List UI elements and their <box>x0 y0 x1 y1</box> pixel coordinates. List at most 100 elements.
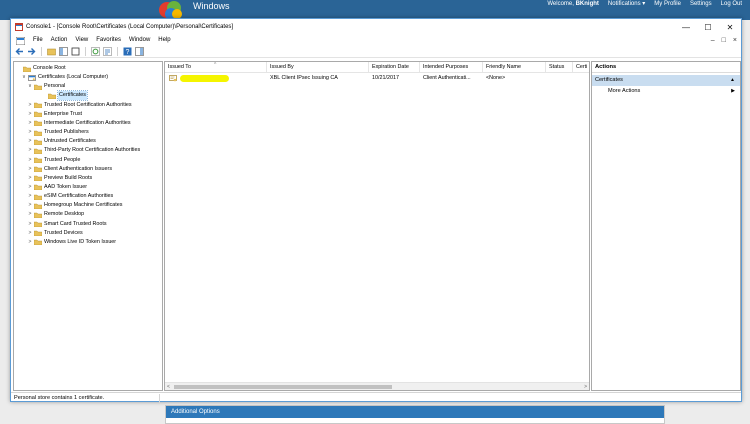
column-expiration-date[interactable]: Expiration Date <box>369 62 420 73</box>
tree-item[interactable]: Console Root <box>16 64 66 73</box>
actions-title: Actions <box>592 62 740 73</box>
forward-button[interactable] <box>27 47 36 56</box>
title-bar[interactable]: Console1 - [Console Root\Certificates (L… <box>11 19 741 35</box>
tree-item[interactable]: > Client Authentication Issuers <box>27 165 112 174</box>
column-issued-by[interactable]: Issued By <box>267 62 369 73</box>
menu-view[interactable]: View <box>71 35 92 46</box>
expand-chevron-icon[interactable]: > <box>27 156 33 165</box>
tree-item-label: Intermediate Certification Authorities <box>44 119 131 126</box>
windows-logo-icon <box>159 1 182 20</box>
console-menu-icon[interactable] <box>15 36 25 45</box>
expand-chevron-icon[interactable]: > <box>27 146 33 155</box>
tree-item-label: Homegroup Machine Certificates <box>44 202 123 209</box>
expand-chevron-icon[interactable]: > <box>27 220 33 229</box>
tree-item[interactable]: > Trusted Root Certification Authorities <box>27 101 132 110</box>
tree-item[interactable]: > Remote Desktop <box>27 210 84 219</box>
column-intended-purposes[interactable]: Intended Purposes <box>420 62 483 73</box>
refresh-button[interactable] <box>91 47 100 56</box>
up-level-button[interactable] <box>47 47 56 56</box>
action-more-actions[interactable]: More Actions ▶ <box>592 86 740 97</box>
tree-item[interactable]: > Trusted Publishers <box>27 128 89 137</box>
child-close-button[interactable]: × <box>733 37 737 44</box>
column-friendly-name[interactable]: Friendly Name <box>483 62 546 73</box>
column-status[interactable]: Status <box>546 62 573 73</box>
tree-item[interactable]: ∨ Certificates (Local Computer) <box>21 73 108 82</box>
menu-window[interactable]: Window <box>125 35 154 46</box>
tree-item[interactable]: > Homegroup Machine Certificates <box>27 201 123 210</box>
tree-item[interactable]: > Preview Build Roots <box>27 174 92 183</box>
tree-item-label: Personal <box>44 83 66 90</box>
maximize-button[interactable]: ☐ <box>697 19 719 35</box>
scroll-right-icon[interactable]: > <box>584 383 587 390</box>
console-tree[interactable]: Console Root ∨ Certificates (Local Compute… <box>13 61 163 391</box>
site-link-log-out[interactable]: Log Out <box>721 0 742 8</box>
minimize-button[interactable]: — <box>675 19 697 35</box>
horizontal-scrollbar[interactable]: < > <box>165 382 589 390</box>
folder-icon <box>34 203 42 209</box>
tree-item-label: eSIM Certification Authorities <box>44 193 114 200</box>
close-button[interactable]: ✕ <box>719 19 741 35</box>
back-button[interactable] <box>15 47 24 56</box>
tree-item[interactable]: > Untrusted Certificates <box>27 137 96 146</box>
certificate-row[interactable]: XBL Client IPsec Issuing CA 10/21/2017 C… <box>165 74 589 83</box>
site-link-notifications[interactable]: Notifications ▾ <box>608 0 645 8</box>
tree-item-label: Trusted Root Certification Authorities <box>44 101 132 108</box>
tree-item[interactable]: > Enterprise Trust <box>27 110 82 119</box>
additional-options-header[interactable]: Additional Options <box>166 406 664 418</box>
menu-help[interactable]: Help <box>154 35 174 46</box>
site-link-settings[interactable]: Settings <box>690 0 712 8</box>
collapse-chevron-icon[interactable]: ∨ <box>27 82 33 91</box>
site-link-my-profile[interactable]: My Profile <box>654 0 681 8</box>
expand-chevron-icon[interactable]: > <box>27 229 33 238</box>
expand-chevron-icon[interactable]: > <box>27 119 33 128</box>
tree-item[interactable]: > eSIM Certification Authorities <box>27 192 113 201</box>
tree-item[interactable]: Certificates <box>41 90 88 102</box>
expand-chevron-icon[interactable]: > <box>27 101 33 110</box>
site-username[interactable]: BKnight <box>576 1 599 7</box>
tree-item[interactable]: > Trusted Devices <box>27 229 83 238</box>
child-window-controls: – □ × <box>711 35 737 46</box>
expand-chevron-icon[interactable]: > <box>27 110 33 119</box>
tree-item-label: Smart Card Trusted Roots <box>44 220 107 227</box>
tree-item-label: Remote Desktop <box>44 211 85 218</box>
expand-chevron-icon[interactable]: > <box>27 165 33 174</box>
show-hide-tree-button[interactable] <box>59 47 68 56</box>
tree-item[interactable]: > Trusted People <box>27 156 80 165</box>
back-arrow-icon <box>15 48 23 55</box>
expand-chevron-icon[interactable]: > <box>27 183 33 192</box>
collapse-chevron-icon[interactable]: ∨ <box>21 73 27 82</box>
tree-item[interactable]: > Smart Card Trusted Roots <box>27 220 107 229</box>
menu-favorites[interactable]: Favorites <box>92 35 125 46</box>
export-list-button[interactable] <box>103 47 112 56</box>
tree-item[interactable]: > Windows Live ID Token Issuer <box>27 238 116 247</box>
column-certificate-template[interactable]: Certi <box>573 62 589 73</box>
expand-chevron-icon[interactable]: > <box>27 238 33 247</box>
tree-item[interactable]: > Intermediate Certification Authorities <box>27 119 131 128</box>
tree-item-label: Certificates (Local Computer) <box>38 74 109 81</box>
properties-button[interactable] <box>71 47 80 56</box>
scrollbar-thumb[interactable] <box>174 385 392 389</box>
expand-chevron-icon[interactable]: > <box>27 137 33 146</box>
help-button[interactable]: ? <box>123 47 132 56</box>
tree-item[interactable]: > Third-Party Root Certification Authorit… <box>27 146 140 155</box>
child-restore-button[interactable]: □ <box>722 37 726 44</box>
expand-chevron-icon[interactable]: > <box>27 201 33 210</box>
expand-chevron-icon[interactable]: > <box>27 174 33 183</box>
folder-icon <box>34 166 42 173</box>
column-issued-to[interactable]: Issued To ^ <box>165 62 267 73</box>
menu-action[interactable]: Action <box>47 35 72 46</box>
actions-section-certificates[interactable]: Certificates ▲ <box>592 75 740 86</box>
cell-certificate-template <box>573 74 589 83</box>
show-hide-action-pane-button[interactable] <box>135 47 144 56</box>
expand-chevron-icon[interactable]: > <box>27 192 33 201</box>
menu-file[interactable]: File <box>29 35 47 46</box>
expand-chevron-icon[interactable]: > <box>27 128 33 137</box>
tree-item-label: Windows Live ID Token Issuer <box>44 238 117 245</box>
child-minimize-button[interactable]: – <box>711 37 715 44</box>
folder-icon <box>34 102 42 109</box>
tree-item[interactable]: > AAD Token Issuer <box>27 183 87 192</box>
collapse-up-icon[interactable]: ▲ <box>730 75 735 86</box>
expand-chevron-icon[interactable]: > <box>27 210 33 219</box>
scroll-left-icon[interactable]: < <box>167 383 170 390</box>
tree-item[interactable]: ∨ Personal <box>27 82 65 91</box>
